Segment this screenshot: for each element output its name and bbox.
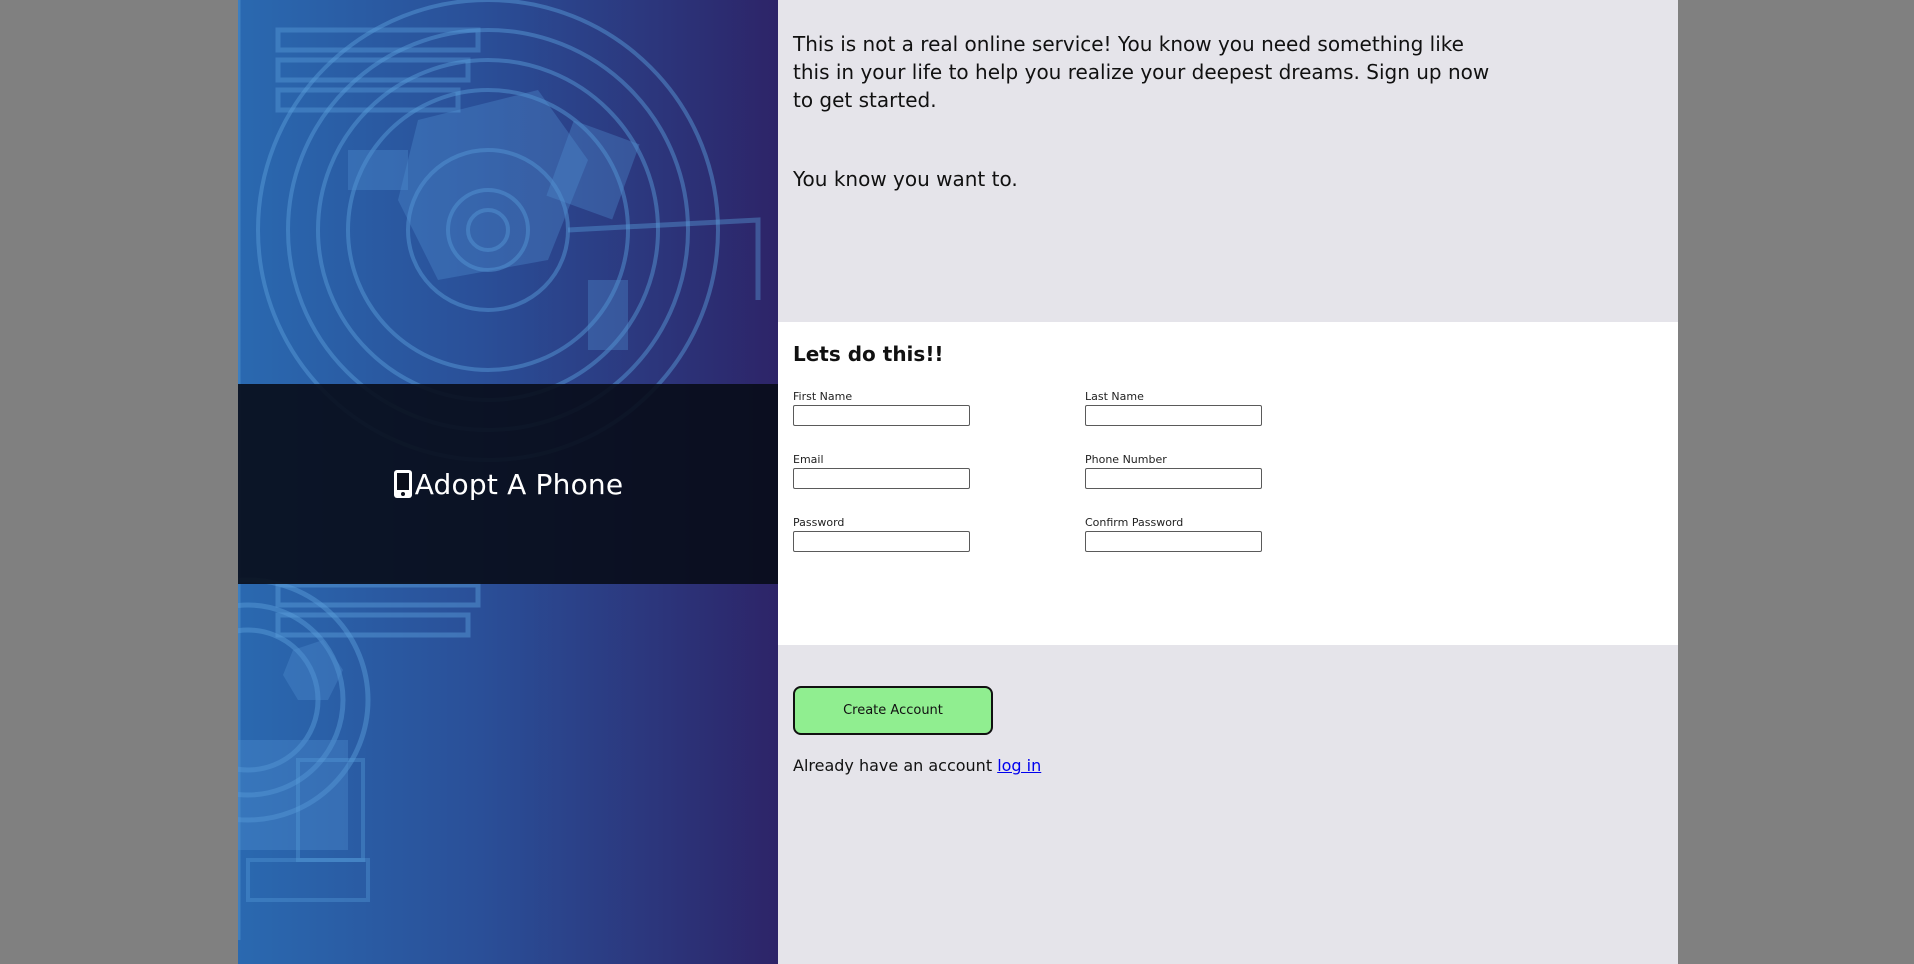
email-group: Email xyxy=(793,453,973,489)
brand-name: Adopt A Phone xyxy=(414,467,624,501)
email-label: Email xyxy=(793,453,824,466)
brand-logo[interactable]: Adopt A Phone xyxy=(393,468,624,501)
last-name-input[interactable] xyxy=(1085,405,1262,426)
intro-section: This is not a real online service! You k… xyxy=(793,30,1493,193)
password-group: Password xyxy=(793,516,973,552)
confirm-password-label: Confirm Password xyxy=(1085,516,1184,529)
email-input[interactable] xyxy=(793,468,970,489)
confirm-password-group: Confirm Password xyxy=(1085,516,1265,552)
password-input[interactable] xyxy=(793,531,970,552)
brand-banner: Adopt A Phone xyxy=(238,384,778,584)
hero-panel: Adopt A Phone xyxy=(238,0,778,964)
main-content: This is not a real online service! You k… xyxy=(778,0,1678,964)
phone-number-input[interactable] xyxy=(1085,468,1262,489)
login-prompt: Already have an account log in xyxy=(793,756,1041,775)
signup-form-panel: Lets do this!! First Name Last Name Emai… xyxy=(778,322,1678,645)
mobile-phone-icon xyxy=(393,470,412,498)
last-name-group: Last Name xyxy=(1085,390,1265,426)
intro-tagline: You know you want to. xyxy=(793,167,1018,191)
page: Adopt A Phone This is not a real online … xyxy=(238,0,1678,964)
login-prompt-text: Already have an account xyxy=(793,756,993,775)
create-account-button[interactable]: Create Account xyxy=(793,686,993,735)
form-title: Lets do this!! xyxy=(793,342,944,366)
phone-number-group: Phone Number xyxy=(1085,453,1265,489)
login-link[interactable]: log in xyxy=(997,756,1041,775)
password-label: Password xyxy=(793,516,845,529)
first-name-label: First Name xyxy=(793,390,853,403)
phone-number-label: Phone Number xyxy=(1085,453,1167,466)
intro-paragraph: This is not a real online service! You k… xyxy=(793,32,1490,112)
first-name-group: First Name xyxy=(793,390,973,426)
first-name-input[interactable] xyxy=(793,405,970,426)
last-name-label: Last Name xyxy=(1085,390,1144,403)
confirm-password-input[interactable] xyxy=(1085,531,1262,552)
